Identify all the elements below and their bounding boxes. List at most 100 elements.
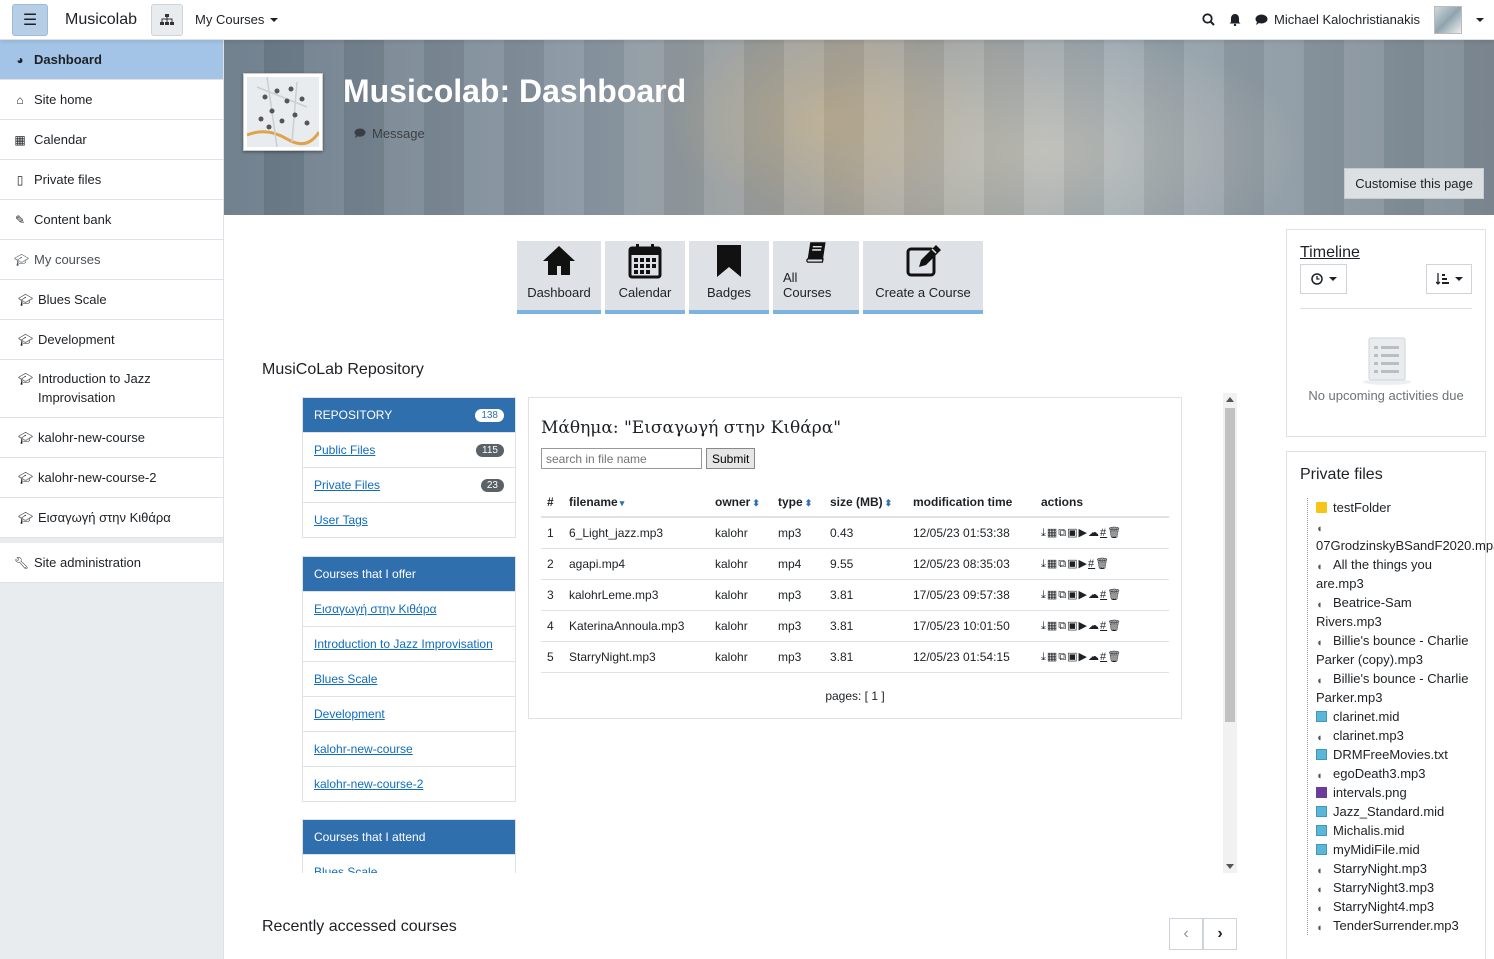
copy-icon[interactable]: ⧉ [1058, 558, 1067, 571]
save-icon[interactable]: ▣ [1067, 526, 1078, 539]
search-submit-button[interactable]: Submit [706, 448, 756, 469]
private-files-link[interactable]: Private Files [314, 478, 380, 492]
course-link[interactable]: Εισαγωγή στην Κιθάρα [314, 602, 437, 616]
course-link[interactable]: Introduction to Jazz Improvisation [314, 637, 493, 651]
trash-icon[interactable]: 🗑︎ [1107, 588, 1122, 601]
copy-icon[interactable]: ⧉ [1058, 620, 1067, 633]
tag-icon[interactable]: # [1088, 558, 1095, 570]
sidebar-item-site-home[interactable]: ⌂ Site home [0, 80, 223, 120]
sort-icon[interactable]: ⬍ [805, 498, 813, 508]
sidebar-item-jazz-improvisation[interactable]: 🎓︎ Introduction to Jazz Improvisation [0, 360, 223, 418]
list-item[interactable]: Blues Scale [303, 661, 515, 696]
tree-item-file[interactable]: Michalis.mid [1308, 821, 1477, 840]
play-icon[interactable]: ▶ [1079, 588, 1088, 601]
tag-icon[interactable]: # [1100, 589, 1107, 601]
bell-icon[interactable] [1229, 13, 1241, 26]
save-icon[interactable]: ▣ [1067, 650, 1078, 663]
list-item[interactable]: kalohr-new-course-2 [303, 766, 515, 801]
sidebar-item-calendar[interactable]: ▦ Calendar [0, 120, 223, 160]
public-files-link[interactable]: Public Files [314, 443, 375, 457]
table-icon[interactable]: ▦ [1047, 526, 1058, 539]
sidebar-item-private-files[interactable]: ▯ Private files [0, 160, 223, 200]
course-link[interactable]: kalohr-new-course [314, 742, 413, 756]
iframe-scrollbar[interactable] [1223, 393, 1237, 873]
tree-item-file[interactable]: ◖ TenderSurrender.mp3 [1308, 916, 1477, 935]
column-header-type[interactable]: type ⬍ [772, 487, 824, 518]
user-name[interactable]: Michael Kalochristianakis [1274, 12, 1420, 27]
sidebar-item-blues-scale[interactable]: 🎓︎ Blues Scale [0, 280, 223, 320]
table-icon[interactable]: ▦ [1047, 557, 1058, 570]
timeline-sort-button[interactable] [1426, 264, 1472, 294]
search-icon[interactable] [1202, 13, 1215, 26]
quick-calendar-button[interactable]: Calendar [605, 241, 685, 314]
site-brand[interactable]: Musicolab [65, 11, 137, 29]
tree-item-file[interactable]: ◖ 07GrodzinskyBSandF2020.mp3 [1308, 517, 1494, 555]
message-link[interactable]: Message [354, 126, 425, 141]
avatar[interactable] [1434, 5, 1462, 34]
trash-icon[interactable]: 🗑︎ [1107, 526, 1122, 539]
hierarchy-button[interactable] [151, 3, 184, 36]
sidebar-item-guitar-intro[interactable]: 🎓︎ Εισαγωγή στην Κιθάρα [0, 498, 223, 538]
customise-page-button[interactable]: Customise this page [1344, 168, 1484, 199]
table-icon[interactable]: ▦ [1047, 619, 1058, 632]
tree-item-file[interactable]: intervals.png [1308, 783, 1477, 802]
repository-nav-header[interactable]: REPOSITORY 138 [303, 398, 515, 432]
tree-item-folder[interactable]: testFolder [1308, 498, 1477, 517]
sort-down-icon[interactable]: ▾ [620, 498, 625, 508]
save-icon[interactable]: ▣ [1067, 588, 1078, 601]
course-link[interactable]: Development [314, 707, 385, 721]
play-icon[interactable]: ▶ [1079, 619, 1088, 632]
trash-icon[interactable]: 🗑︎ [1107, 619, 1122, 632]
tag-icon[interactable]: # [1100, 620, 1107, 632]
column-header-owner[interactable]: owner ⬍ [709, 487, 772, 518]
trash-icon[interactable]: 🗑︎ [1107, 650, 1122, 663]
list-item[interactable]: Blues Scale [303, 854, 515, 873]
course-link[interactable]: Blues Scale [314, 672, 377, 686]
public-files-item[interactable]: Public Files 115 [303, 432, 515, 467]
cloud-icon[interactable]: ☁ [1088, 588, 1100, 601]
sort-icon[interactable]: ⬍ [885, 498, 893, 508]
tree-item-file[interactable]: ◖ StarryNight.mp3 [1308, 859, 1477, 878]
scroll-up-arrow-icon[interactable] [1226, 397, 1234, 402]
user-tags-link[interactable]: User Tags [314, 513, 368, 527]
timeline-filter-button[interactable] [1300, 264, 1347, 294]
cloud-icon[interactable]: ☁ [1088, 650, 1100, 663]
list-item[interactable]: Development [303, 696, 515, 731]
quick-all-courses-button[interactable]: All Courses [773, 241, 859, 314]
tag-icon[interactable]: # [1100, 527, 1107, 539]
save-icon[interactable]: ▣ [1067, 619, 1078, 632]
table-icon[interactable]: ▦ [1047, 650, 1058, 663]
sidebar-item-kalohr-new-course-2[interactable]: 🎓︎ kalohr-new-course-2 [0, 458, 223, 498]
cloud-icon[interactable]: ☁ [1088, 619, 1100, 632]
scroll-thumb[interactable] [1225, 408, 1235, 722]
tree-item-file[interactable]: ◖ StarryNight4.mp3 [1308, 897, 1477, 916]
column-header-filename[interactable]: filename ▾ [563, 487, 709, 518]
tree-item-file[interactable]: ◖ Beatrice-Sam Rivers.mp3 [1308, 593, 1477, 631]
tree-item-file[interactable]: ◖ StarryNight3.mp3 [1308, 878, 1477, 897]
tree-item-file[interactable]: myMidiFile.mid [1308, 840, 1477, 859]
next-page-button[interactable]: › [1203, 918, 1237, 950]
sidebar-item-site-administration[interactable]: 🔧︎ Site administration [0, 543, 223, 583]
course-link[interactable]: Blues Scale [314, 865, 377, 873]
file-search-input[interactable] [541, 448, 702, 469]
copy-icon[interactable]: ⧉ [1058, 651, 1067, 664]
play-icon[interactable]: ▶ [1079, 526, 1088, 539]
tree-item-file[interactable]: ◖ clarinet.mp3 [1308, 726, 1477, 745]
sidebar-item-dashboard[interactable]: ◕ Dashboard [0, 40, 223, 80]
copy-icon[interactable]: ⧉ [1058, 589, 1067, 602]
copy-icon[interactable]: ⧉ [1058, 527, 1067, 540]
sidebar-item-my-courses[interactable]: 🎓︎ My courses [0, 240, 223, 280]
list-item[interactable]: kalohr-new-course [303, 731, 515, 766]
pagination[interactable]: pages: [ 1 ] [529, 689, 1181, 703]
sidebar-item-content-bank[interactable]: ✎ Content bank [0, 200, 223, 240]
sidebar-item-development[interactable]: 🎓︎ Development [0, 320, 223, 360]
list-item[interactable]: Introduction to Jazz Improvisation [303, 626, 515, 661]
tree-item-file[interactable]: ◖ Billie's bounce - Charlie Parker (copy)… [1308, 631, 1477, 669]
tree-item-file[interactable]: ◖ All the things you are.mp3 [1308, 555, 1477, 593]
quick-create-course-button[interactable]: Create a Course [863, 241, 983, 314]
save-icon[interactable]: ▣ [1067, 557, 1078, 570]
tree-item-file[interactable]: DRMFreeMovies.txt [1308, 745, 1477, 764]
play-icon[interactable]: ▶ [1079, 557, 1088, 570]
tree-item-file[interactable]: ◖ Billie's bounce - Charlie Parker.mp3 [1308, 669, 1477, 707]
previous-page-button[interactable]: ‹ [1169, 918, 1203, 950]
